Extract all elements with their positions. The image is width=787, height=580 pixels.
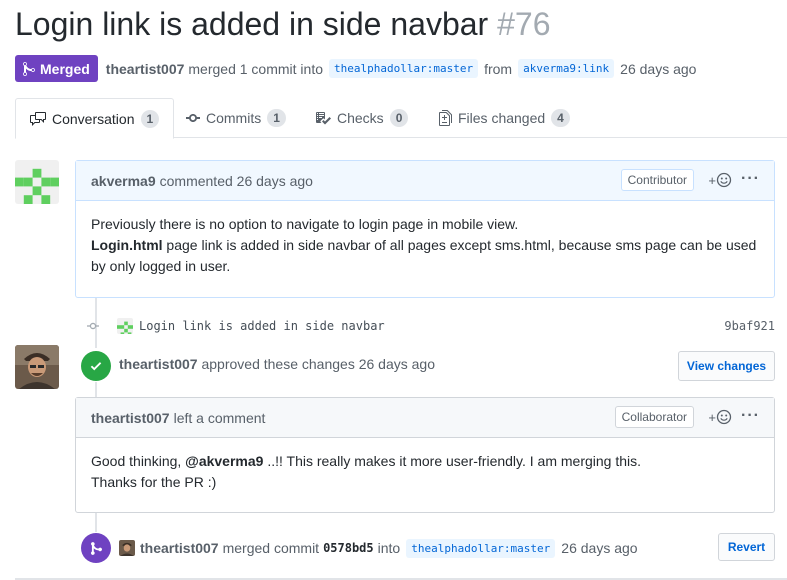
merge-time: 26 days ago	[561, 540, 638, 556]
approved-badge	[81, 351, 111, 381]
tab-label: Files changed	[458, 110, 546, 126]
git-merge-icon	[23, 61, 35, 76]
base-branch[interactable]: thealphadollar:master	[329, 59, 479, 78]
git-commit-icon	[87, 320, 99, 332]
tab-label: Checks	[337, 110, 384, 126]
timeline-line	[95, 382, 97, 398]
merge-event: theartist007 merged commit 0578bd5 into …	[119, 537, 638, 559]
tab-counter: 4	[551, 109, 570, 127]
comment-action: commented 26 days ago	[159, 172, 313, 189]
tab-counter: 1	[140, 109, 160, 128]
comment-text: page link is added in side navbar of all…	[91, 237, 757, 274]
comment-action: left a comment	[173, 409, 266, 426]
view-changes-button[interactable]: View changes	[678, 351, 775, 381]
comment-header: theartist007 left a comment Collaborator…	[76, 398, 774, 438]
comment-body: Previously there is no option to navigat…	[76, 201, 774, 290]
user-photo	[119, 540, 135, 556]
comment-akverma9: akverma9 commented 26 days ago Contribut…	[75, 160, 775, 298]
contributor-badge: Contributor	[620, 169, 694, 191]
bold-text: Login.html	[91, 237, 163, 253]
commit-message[interactable]: Login link is added in side navbar	[139, 319, 385, 333]
avatar-theartist007[interactable]	[15, 345, 59, 389]
commit-row: Login link is added in side navbar 9baf9…	[87, 315, 777, 337]
review-summary: theartist007 approved these changes 26 d…	[119, 356, 435, 372]
more-options-icon[interactable]: ···	[741, 407, 760, 425]
smiley-icon	[716, 172, 732, 188]
comment-theartist007: theartist007 left a comment Collaborator…	[75, 397, 775, 513]
tab-label: Conversation	[52, 110, 135, 127]
pr-title: Login link is added in side navbar #76	[15, 6, 550, 43]
from-text: from	[484, 60, 513, 77]
tab-commits[interactable]: Commits 1	[186, 98, 286, 138]
review-action: approved these changes 26 days ago	[201, 356, 435, 372]
comment-author[interactable]: akverma9	[91, 173, 156, 189]
tab-conversation[interactable]: Conversation 1	[15, 98, 175, 139]
checklist-icon	[315, 110, 331, 126]
tab-counter: 0	[389, 109, 409, 127]
commit-author-avatar[interactable]	[117, 318, 133, 334]
smiley-icon	[716, 409, 732, 425]
tab-files-changed[interactable]: Files changed 4	[439, 98, 570, 138]
comment-line: Login.html page link is added in side na…	[91, 235, 759, 277]
comment-author[interactable]: theartist007	[91, 410, 170, 426]
add-reaction-button[interactable]: +	[708, 409, 732, 425]
more-options-icon[interactable]: ···	[741, 170, 760, 188]
identicon	[15, 160, 59, 204]
file-diff-icon	[439, 110, 452, 126]
pr-meta: Merged theartist007 merged 1 commit into…	[15, 55, 696, 82]
comment-header: akverma9 commented 26 days ago Contribut…	[76, 161, 774, 201]
merge-text: merged commit	[222, 540, 320, 556]
check-icon	[90, 362, 102, 371]
pr-number: #76	[497, 6, 551, 42]
into-text: into	[377, 540, 401, 556]
merger-link[interactable]: theartist007	[140, 540, 219, 556]
pr-time: 26 days ago	[620, 60, 697, 77]
revert-button[interactable]: Revert	[718, 533, 775, 561]
tab-label: Commits	[206, 110, 262, 126]
merged-label: Merged	[40, 60, 90, 77]
pr-title-text: Login link is added in side navbar	[15, 6, 489, 42]
comment-body: Good thinking, @akverma9 ..!! This reall…	[76, 438, 774, 506]
comment-line: Good thinking, @akverma9 ..!! This reall…	[91, 451, 759, 472]
merge-commit-sha[interactable]: 0578bd5	[323, 541, 374, 555]
tab-checks[interactable]: Checks 0	[315, 98, 409, 138]
head-branch[interactable]: akverma9:link	[518, 59, 615, 78]
timeline-line	[95, 512, 97, 532]
commit-sha[interactable]: 9baf921	[724, 319, 775, 333]
collaborator-badge: Collaborator	[614, 406, 694, 428]
merged-event-badge	[81, 533, 111, 563]
comment-line: Thanks for the PR :)	[91, 474, 217, 490]
comment-discussion-icon	[30, 111, 46, 127]
merge-target-branch[interactable]: thealphadollar:master	[406, 538, 556, 558]
comment-text: ..!! This really makes it more user-frie…	[263, 453, 642, 469]
merger-avatar[interactable]	[119, 540, 135, 556]
user-mention[interactable]: @akverma9	[185, 453, 263, 469]
merged-badge: Merged	[15, 55, 98, 82]
user-photo	[15, 345, 59, 389]
comment-text: Good thinking,	[91, 453, 186, 469]
pr-tabs: Conversation 1 Commits 1 Checks 0 Files …	[15, 98, 787, 139]
add-reaction-button[interactable]: +	[708, 172, 732, 188]
avatar-akverma9[interactable]	[15, 160, 59, 204]
identicon	[117, 318, 133, 334]
reviewer-link[interactable]: theartist007	[119, 356, 198, 372]
comment-line: Previously there is no option to navigat…	[91, 216, 519, 232]
tab-counter: 1	[267, 109, 286, 127]
git-merge-icon	[90, 541, 102, 555]
git-commit-icon	[186, 110, 200, 126]
pr-author-link[interactable]: theartist007	[106, 61, 185, 77]
merge-text: merged 1 commit into	[188, 60, 323, 77]
